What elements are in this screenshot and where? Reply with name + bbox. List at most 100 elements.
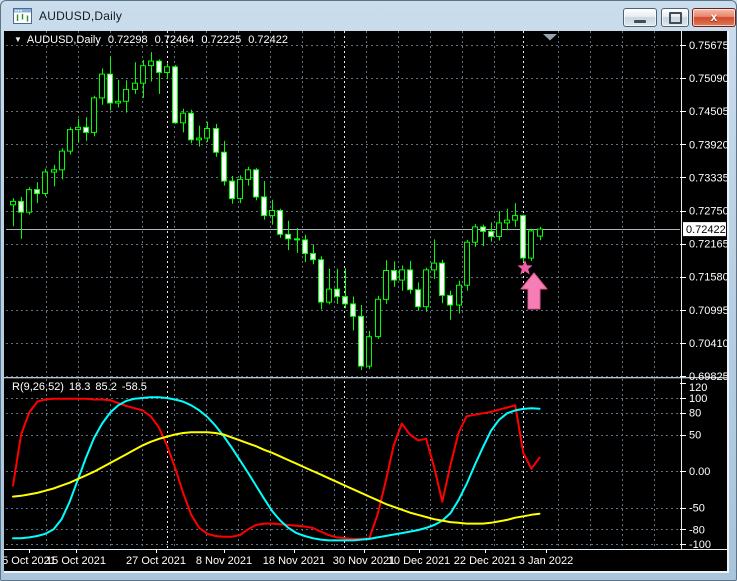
candle xyxy=(326,288,332,303)
indicator-axis[interactable]: 12010080500.00-50-80-100 xyxy=(680,382,711,551)
candle xyxy=(342,296,348,305)
candle xyxy=(75,126,81,131)
candle xyxy=(229,180,235,200)
time-axis-label: 8 Nov 2021 xyxy=(196,555,252,567)
chart-client-area[interactable]: 0.75675 0.75090 0.74505 0.73920 0.73335 0.727… xyxy=(4,31,729,573)
candle xyxy=(221,151,227,182)
candle xyxy=(302,239,308,254)
candle xyxy=(480,226,486,232)
indicator-axis-label: -80 xyxy=(689,524,705,536)
candle xyxy=(399,269,405,281)
candle xyxy=(91,97,97,133)
chart-shift-marker[interactable] xyxy=(543,34,557,41)
candle xyxy=(253,169,259,198)
candle xyxy=(464,241,470,286)
candle xyxy=(496,222,502,237)
candle xyxy=(334,288,340,298)
candle xyxy=(415,289,421,308)
candle xyxy=(318,259,324,303)
candle xyxy=(407,269,413,291)
candle xyxy=(115,100,121,104)
indicator-axis-label: 100 xyxy=(689,393,707,405)
close-icon: x xyxy=(710,10,718,24)
grid-horizontal xyxy=(6,45,680,545)
price-axis-label: 0.75090 xyxy=(689,73,727,85)
candle xyxy=(350,303,356,317)
candle xyxy=(383,270,389,300)
candle xyxy=(204,128,210,139)
candle xyxy=(358,315,364,367)
time-axis-label: 27 Oct 2021 xyxy=(126,555,186,567)
candle xyxy=(213,128,219,153)
time-axis-label: 18 Nov 2021 xyxy=(263,555,325,567)
candle xyxy=(456,284,462,306)
restore-icon xyxy=(668,11,682,24)
candle xyxy=(310,253,316,261)
candle xyxy=(366,336,372,367)
time-axis-label: 3 Jan 2022 xyxy=(519,555,573,567)
candle xyxy=(180,112,186,124)
price-axis[interactable]: 0.75675 0.75090 0.74505 0.73920 0.73335 0.727… xyxy=(680,40,727,383)
window-title: AUDUSD,Daily xyxy=(39,9,123,23)
close-button[interactable]: x xyxy=(692,8,736,27)
restore-button[interactable] xyxy=(661,8,689,27)
candle xyxy=(512,215,518,221)
candle xyxy=(528,230,534,259)
indicator-lines xyxy=(12,396,541,542)
minimize-icon xyxy=(634,19,646,23)
indicator-line-red xyxy=(12,397,541,540)
info-low: 0.72225 xyxy=(201,34,242,46)
candle xyxy=(107,73,113,104)
buy-arrow-annotation[interactable] xyxy=(520,272,548,310)
candle xyxy=(42,171,48,194)
indicator-label: R(9,26,52) 18.3 85.2 -58.5 xyxy=(12,381,147,393)
candle xyxy=(520,215,526,259)
price-chart-canvas[interactable]: 0.75675 0.75090 0.74505 0.73920 0.73335 0.727… xyxy=(4,31,727,571)
time-axis[interactable]: 5 Oct 202115 Oct 2021 27 Oct 2021 8 Nov 20… xyxy=(4,549,573,567)
price-axis-label: 0.73920 xyxy=(689,139,727,151)
candle xyxy=(196,137,202,141)
candle xyxy=(431,262,437,271)
candle xyxy=(148,60,154,67)
candle xyxy=(294,238,300,241)
current-price-tag: 0.72422 xyxy=(683,222,726,237)
chart-window: AUDUSD,Daily x 0.75675 0.75090 0.74505 0.73… xyxy=(0,0,737,581)
indicator-value-1: 18.3 xyxy=(68,381,91,393)
indicator-axis-label: 80 xyxy=(689,408,701,420)
candle xyxy=(504,219,510,224)
candle xyxy=(156,60,162,73)
indicator-name: R(9,26,52) xyxy=(12,381,64,393)
minimize-button[interactable] xyxy=(623,8,657,27)
candle xyxy=(132,82,138,90)
time-axis-label: 10 Dec 2021 xyxy=(388,555,450,567)
info-close: 0.72422 xyxy=(248,34,288,46)
time-axis-label: 15 Oct 2021 xyxy=(46,555,106,567)
candle xyxy=(261,196,267,217)
candle xyxy=(537,228,543,237)
candle xyxy=(51,169,57,173)
indicator-line-cyan xyxy=(12,396,541,542)
info-open: 0.72298 xyxy=(107,34,148,46)
star-annotation[interactable] xyxy=(517,260,533,275)
info-symbol: AUDUSD,Daily xyxy=(26,34,101,46)
ohlc-info-line: ▼ AUDUSD,Daily 0.72298 0.72464 0.72225 0.7242… xyxy=(14,34,288,46)
candle xyxy=(123,88,129,102)
price-axis-label: 0.74505 xyxy=(689,106,727,118)
annotations[interactable] xyxy=(517,260,548,310)
price-axis-label: 0.70410 xyxy=(689,338,727,350)
time-axis-label: 22 Dec 2021 xyxy=(454,555,516,567)
candle xyxy=(447,294,453,306)
candle xyxy=(277,210,283,235)
candle xyxy=(439,262,445,296)
indicator-axis-label: -50 xyxy=(689,503,705,515)
candle xyxy=(99,73,105,99)
candle xyxy=(375,298,381,338)
candle xyxy=(67,129,73,152)
candle xyxy=(59,150,65,171)
candle xyxy=(34,189,40,195)
indicator-value-2: 85.2 xyxy=(95,381,117,393)
price-axis-label: 0.72750 xyxy=(689,206,727,218)
indicator-axis-label: 50 xyxy=(689,430,701,442)
symbol-dropdown-icon[interactable]: ▼ xyxy=(14,35,22,44)
candle xyxy=(164,66,170,73)
